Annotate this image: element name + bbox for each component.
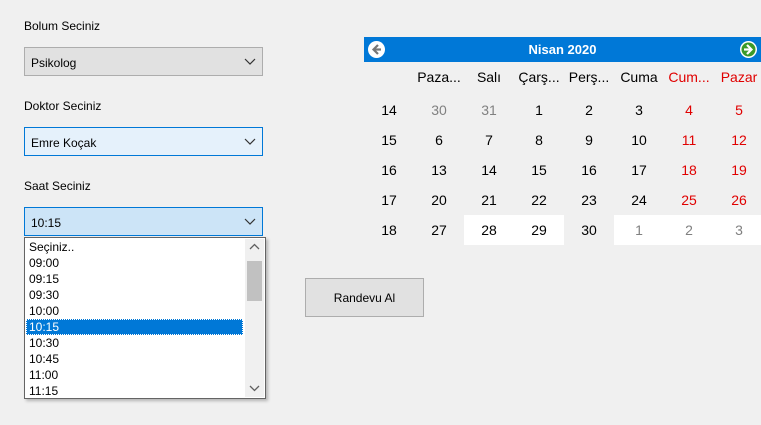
calendar-day[interactable]: 7 bbox=[464, 125, 514, 155]
dropdown-option[interactable]: 10:00 bbox=[26, 303, 243, 319]
weekday-header: Perş... bbox=[568, 69, 610, 85]
calendar-day[interactable]: 31 bbox=[464, 95, 514, 125]
week-number: 18 bbox=[381, 222, 397, 238]
scroll-down-arrow-icon[interactable] bbox=[245, 380, 264, 397]
weekday-header: Çarş... bbox=[518, 69, 560, 85]
calendar-day[interactable]: 12 bbox=[714, 125, 761, 155]
saat-dropdown-list[interactable]: Seçiniz.. 09:00 09:15 09:30 10:00 10:15 10:30 1… bbox=[24, 237, 266, 399]
calendar-day[interactable]: 23 bbox=[564, 185, 614, 215]
calendar-day[interactable]: 8 bbox=[514, 125, 564, 155]
week-number: 14 bbox=[381, 102, 397, 118]
dropdown-option[interactable]: 09:30 bbox=[26, 287, 243, 303]
dropdown-option[interactable]: 10:15 bbox=[26, 319, 243, 335]
calendar-day[interactable]: 1 bbox=[614, 215, 664, 245]
next-month-arrow-icon[interactable] bbox=[739, 40, 758, 59]
weekday-header: Cum... bbox=[668, 69, 710, 85]
month-calendar[interactable]: Nisan 2020 Paza... Salı Çarş... Perş... Cuma… bbox=[364, 37, 761, 247]
bolum-label: Bolum Seciniz bbox=[24, 19, 101, 33]
calendar-day[interactable]: 3 bbox=[714, 215, 761, 245]
bolum-select[interactable]: Psikolog bbox=[24, 47, 263, 76]
calendar-day[interactable]: 30 bbox=[564, 215, 614, 245]
calendar-day[interactable]: 27 bbox=[414, 215, 464, 245]
calendar-day[interactable]: 5 bbox=[714, 95, 761, 125]
calendar-day[interactable]: 6 bbox=[414, 125, 464, 155]
randevu-al-button[interactable]: Randevu Al bbox=[305, 278, 424, 317]
calendar-day[interactable]: 28 bbox=[464, 215, 514, 245]
calendar-day[interactable]: 3 bbox=[614, 95, 664, 125]
saat-select[interactable]: 10:15 bbox=[24, 207, 263, 236]
calendar-day[interactable]: 4 bbox=[664, 95, 714, 125]
week-number: 15 bbox=[381, 132, 397, 148]
dropdown-option[interactable]: 10:45 bbox=[26, 351, 243, 367]
calendar-day[interactable]: 17 bbox=[614, 155, 664, 185]
weekday-header: Cuma bbox=[620, 69, 658, 85]
dropdown-option[interactable]: 10:30 bbox=[26, 335, 243, 351]
calendar-day[interactable]: 9 bbox=[564, 125, 614, 155]
calendar-header: Nisan 2020 bbox=[364, 37, 761, 62]
calendar-month-year[interactable]: Nisan 2020 bbox=[364, 37, 761, 62]
calendar-day[interactable]: 24 bbox=[614, 185, 664, 215]
calendar-day[interactable]: 2 bbox=[664, 215, 714, 245]
calendar-day[interactable]: 1 bbox=[514, 95, 564, 125]
saat-value: 10:15 bbox=[31, 216, 62, 230]
chevron-down-icon bbox=[244, 218, 256, 225]
calendar-day[interactable]: 2 bbox=[564, 95, 614, 125]
doktor-select[interactable]: Emre Koçak bbox=[24, 127, 263, 156]
calendar-day[interactable]: 22 bbox=[514, 185, 564, 215]
doktor-value: Emre Koçak bbox=[31, 136, 97, 150]
dropdown-scrollbar[interactable] bbox=[245, 239, 264, 397]
calendar-day[interactable]: 21 bbox=[464, 185, 514, 215]
calendar-day[interactable]: 30 bbox=[414, 95, 464, 125]
week-number: 16 bbox=[381, 162, 397, 178]
doktor-label: Doktor Seciniz bbox=[24, 99, 102, 113]
weekday-header: Paza... bbox=[417, 69, 461, 85]
calendar-day[interactable]: 10 bbox=[614, 125, 664, 155]
bolum-value: Psikolog bbox=[31, 56, 77, 70]
week-number: 17 bbox=[381, 192, 397, 208]
weekday-header: Pazar bbox=[720, 69, 758, 85]
calendar-day[interactable]: 11 bbox=[664, 125, 714, 155]
calendar-day[interactable]: 18 bbox=[664, 155, 714, 185]
dropdown-option[interactable]: 09:00 bbox=[26, 255, 243, 271]
dropdown-option[interactable]: 11:15 bbox=[26, 383, 243, 399]
calendar-day[interactable]: 20 bbox=[414, 185, 464, 215]
calendar-day[interactable]: 19 bbox=[714, 155, 761, 185]
weekday-header: Salı bbox=[476, 69, 502, 85]
chevron-down-icon bbox=[244, 138, 256, 145]
calendar-day[interactable]: 15 bbox=[514, 155, 564, 185]
scrollbar-thumb[interactable] bbox=[247, 261, 262, 301]
scroll-up-arrow-icon[interactable] bbox=[245, 239, 264, 256]
calendar-day[interactable]: 14 bbox=[464, 155, 514, 185]
saat-label: Saat Seciniz bbox=[24, 179, 91, 193]
chevron-down-icon bbox=[244, 58, 256, 65]
calendar-day[interactable]: 26 bbox=[714, 185, 761, 215]
calendar-day[interactable]: 25 bbox=[664, 185, 714, 215]
dropdown-option[interactable]: 11:00 bbox=[26, 367, 243, 383]
calendar-grid: Paza... Salı Çarş... Perş... Cuma Cum... Pazar… bbox=[364, 62, 761, 247]
dropdown-option[interactable]: 09:15 bbox=[26, 271, 243, 287]
dropdown-option[interactable]: Seçiniz.. bbox=[26, 239, 243, 255]
calendar-day[interactable]: 29 bbox=[514, 215, 564, 245]
calendar-day[interactable]: 13 bbox=[414, 155, 464, 185]
calendar-day[interactable]: 16 bbox=[564, 155, 614, 185]
